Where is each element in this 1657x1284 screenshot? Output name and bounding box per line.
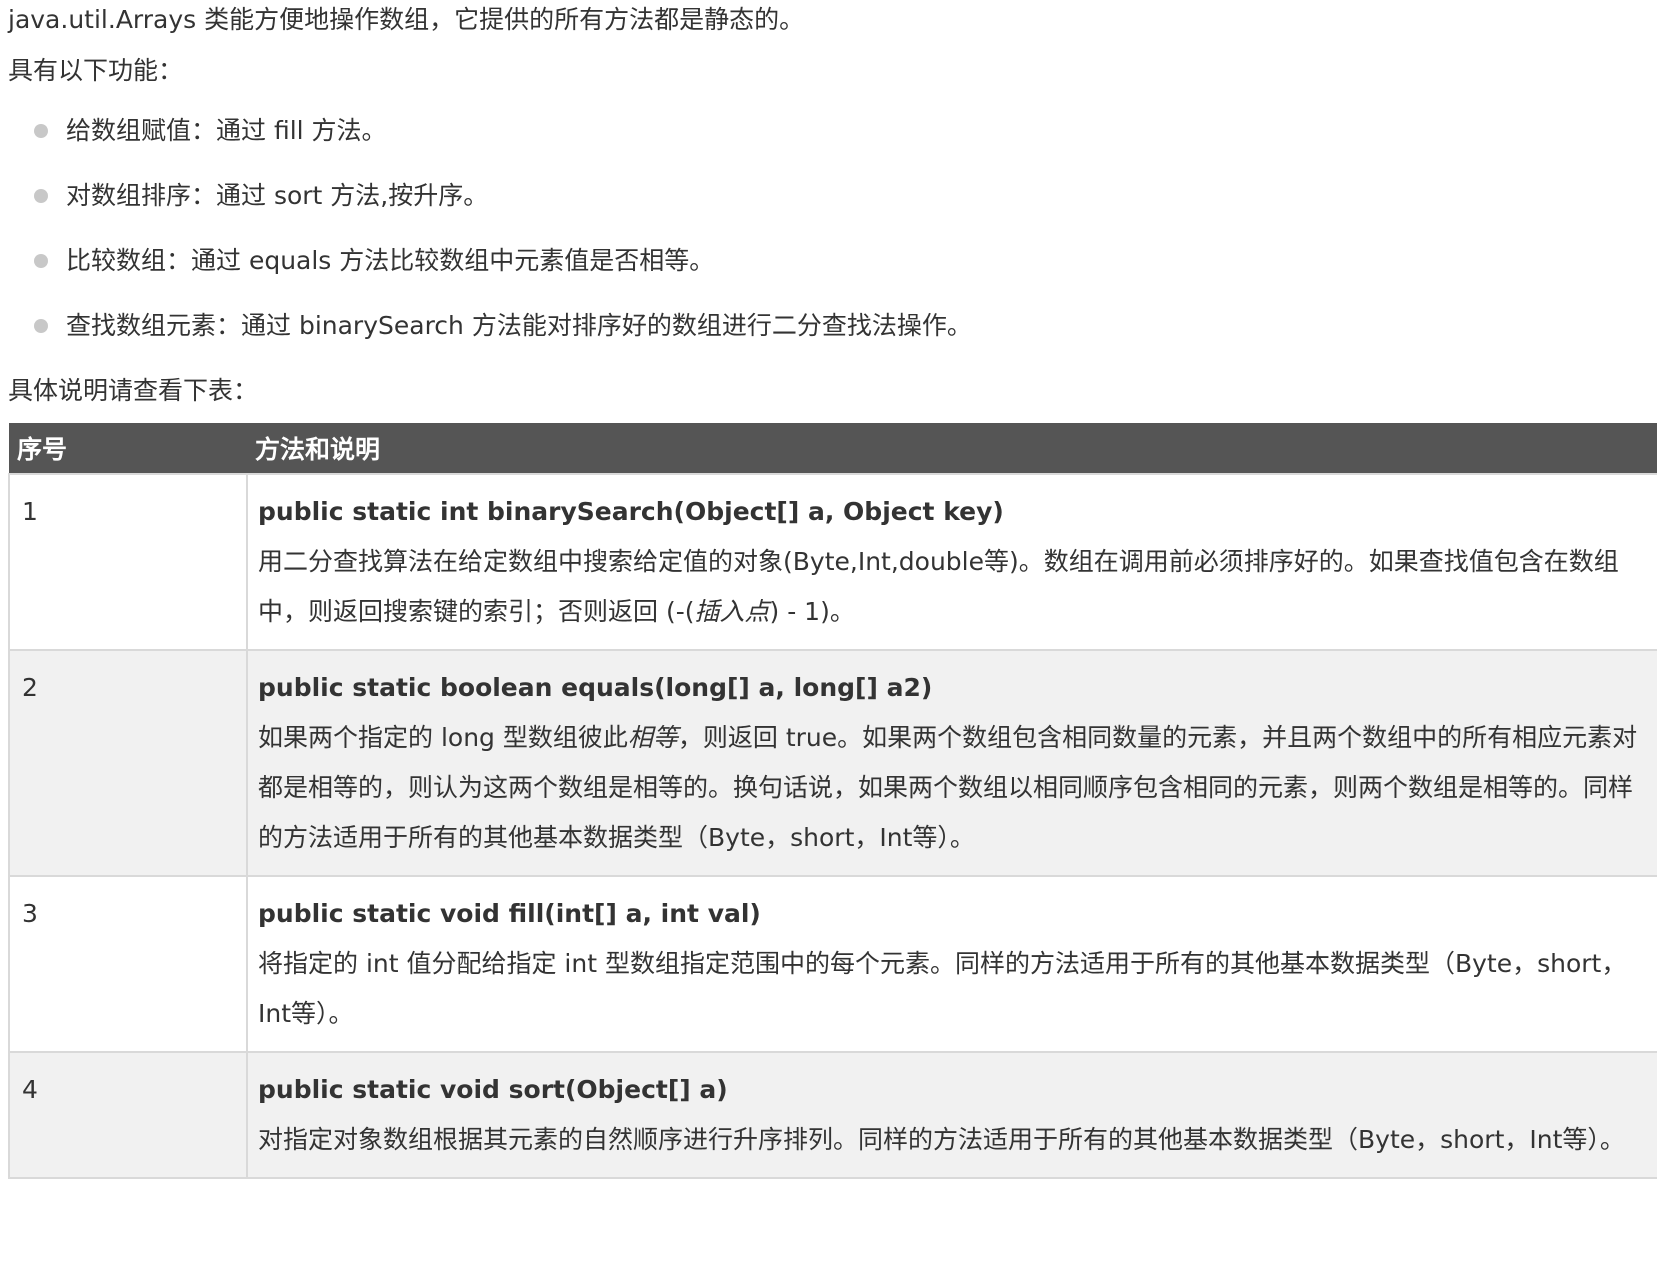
list-item: 对数组排序：通过 sort 方法,按升序。 <box>8 176 1657 216</box>
description-text: 对指定对象数组根据其元素的自然顺序进行升序排列。同样的方法适用于所有的其他基本数… <box>258 1125 1625 1154</box>
method-signature: public static void fill(int[] a, int val… <box>258 899 761 928</box>
description-text: ) - 1)。 <box>769 597 855 626</box>
features-heading: 具有以下功能： <box>8 56 184 85</box>
list-item: 查找数组元素：通过 binarySearch 方法能对排序好的数组进行二分查找法… <box>8 306 1657 346</box>
table-row: 2 public static boolean equals(long[] a,… <box>8 649 1657 877</box>
table-header-row: 序号 方法和说明 <box>9 423 1657 474</box>
row-number: 4 <box>8 1051 248 1179</box>
list-item: 比较数组：通过 equals 方法比较数组中元素值是否相等。 <box>8 241 1657 281</box>
method-signature: public static void sort(Object[] a) <box>258 1075 728 1104</box>
header-method: 方法和说明 <box>247 423 1657 474</box>
list-item: 给数组赋值：通过 fill 方法。 <box>8 111 1657 151</box>
list-item-text: 给数组赋值：通过 fill 方法。 <box>66 116 387 145</box>
method-cell: public static boolean equals(long[] a, l… <box>246 649 1657 877</box>
row-number: 2 <box>8 649 248 877</box>
description-text: 用二分查找算法在给定数组中搜索给定值的对象(Byte,Int,double等)。… <box>258 547 1619 626</box>
bullet-icon <box>34 124 48 138</box>
bullet-icon <box>34 319 48 333</box>
row-number: 1 <box>8 473 248 651</box>
method-description: 对指定对象数组根据其元素的自然顺序进行升序排列。同样的方法适用于所有的其他基本数… <box>258 1115 1656 1165</box>
table-row: 3 public static void fill(int[] a, int v… <box>8 875 1657 1053</box>
method-description: 将指定的 int 值分配给指定 int 型数组指定范围中的每个元素。同样的方法适… <box>258 939 1656 1039</box>
article-content: java.util.Arrays 类能方便地操作数组，它提供的所有方法都是静态的… <box>8 0 1657 1179</box>
list-item-text: 对数组排序：通过 sort 方法,按升序。 <box>66 181 489 210</box>
header-number: 序号 <box>9 423 247 474</box>
method-cell: public static void sort(Object[] a) 对指定对… <box>246 1051 1657 1179</box>
method-description: 如果两个指定的 long 型数组彼此相等，则返回 true。如果两个数组包含相同… <box>258 713 1656 863</box>
table-row: 4 public static void sort(Object[] a) 对指… <box>8 1051 1657 1179</box>
methods-table: 序号 方法和说明 1 public static int binarySearc… <box>8 423 1657 1179</box>
list-item-text: 查找数组元素：通过 binarySearch 方法能对排序好的数组进行二分查找法… <box>66 311 972 340</box>
description-emphasis: 相等 <box>627 723 678 752</box>
description-text: 将指定的 int 值分配给指定 int 型数组指定范围中的每个元素。同样的方法适… <box>258 949 1627 1028</box>
feature-list: 给数组赋值：通过 fill 方法。 对数组排序：通过 sort 方法,按升序。 … <box>8 111 1657 346</box>
bullet-icon <box>34 189 48 203</box>
intro-text: java.util.Arrays 类能方便地操作数组，它提供的所有方法都是静态的… <box>8 5 805 34</box>
method-signature: public static boolean equals(long[] a, l… <box>258 673 933 702</box>
table-row: 1 public static int binarySearch(Object[… <box>8 473 1657 651</box>
list-item-text: 比较数组：通过 equals 方法比较数组中元素值是否相等。 <box>66 246 715 275</box>
method-description: 用二分查找算法在给定数组中搜索给定值的对象(Byte,Int,double等)。… <box>258 537 1656 637</box>
method-cell: public static void fill(int[] a, int val… <box>246 875 1657 1053</box>
description-emphasis: 插入点 <box>694 597 770 626</box>
description-text: 如果两个指定的 long 型数组彼此 <box>258 723 628 752</box>
method-signature: public static int binarySearch(Object[] … <box>258 497 1004 526</box>
table-caption: 具体说明请查看下表： <box>8 376 259 405</box>
row-number: 3 <box>8 875 248 1053</box>
bullet-icon <box>34 254 48 268</box>
method-cell: public static int binarySearch(Object[] … <box>246 473 1657 651</box>
